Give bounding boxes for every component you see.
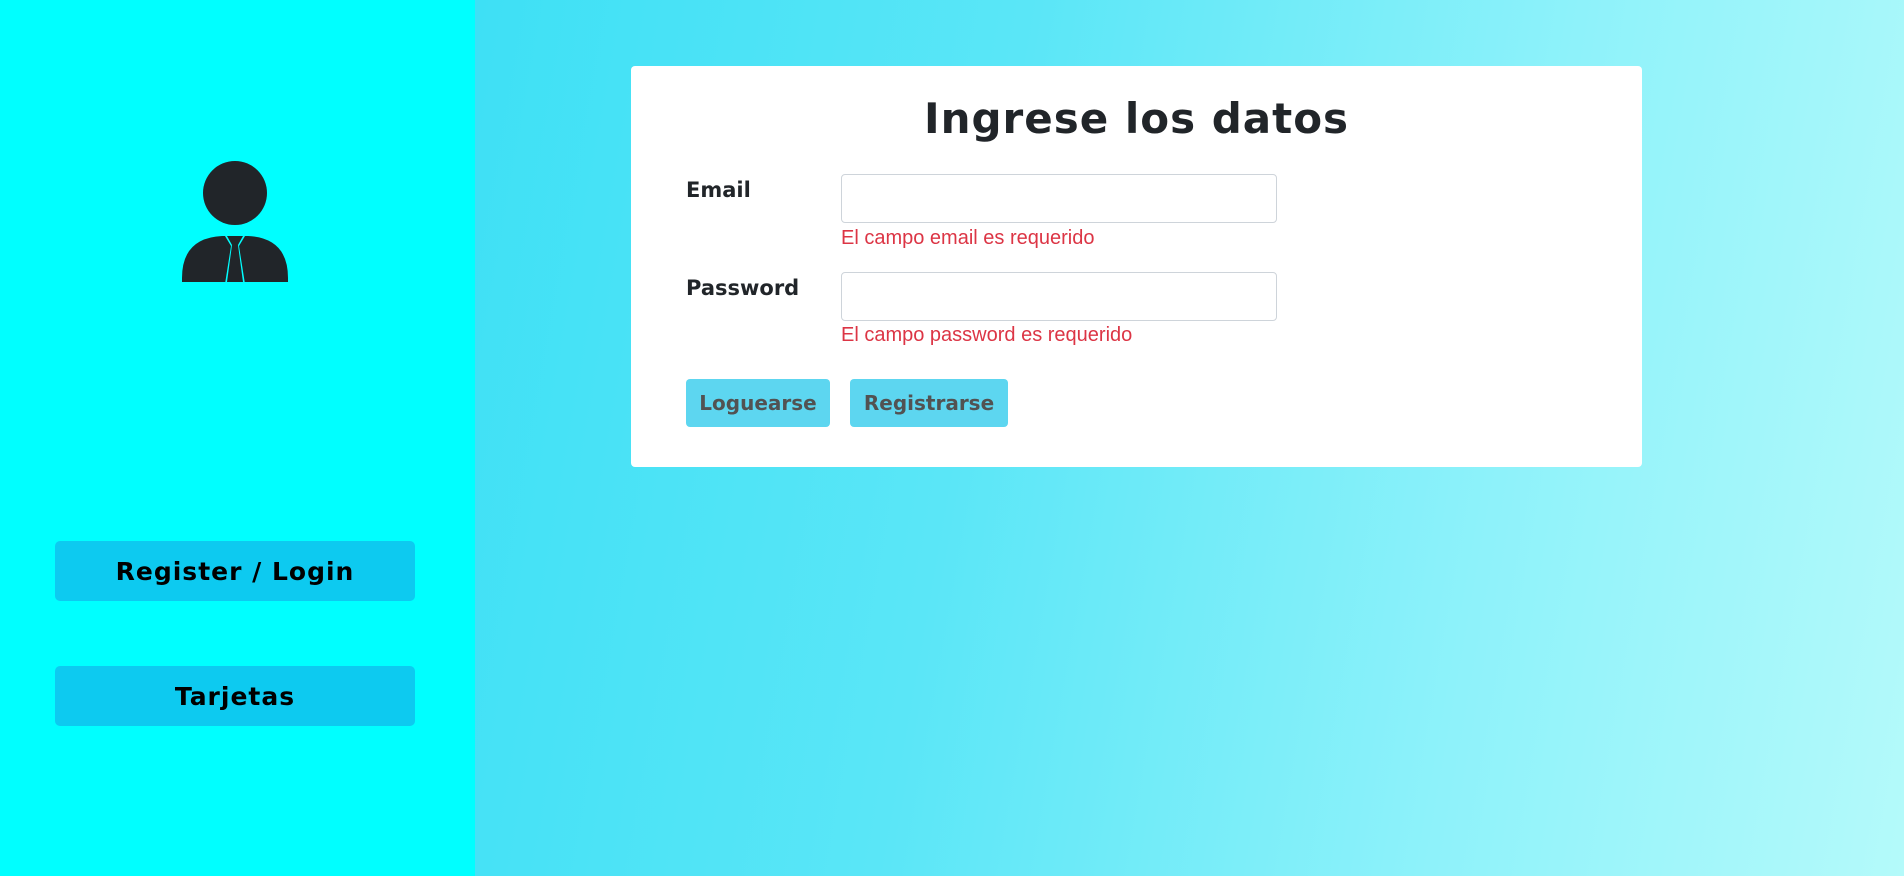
password-label: Password	[686, 276, 800, 300]
form-title: Ingrese los datos	[923, 94, 1350, 143]
sidebar: Register / Login Tarjetas	[0, 0, 475, 876]
user-tie-icon	[180, 160, 290, 290]
password-error: El campo password es requerido	[841, 324, 1133, 346]
email-error: El campo email es requerido	[841, 227, 1095, 249]
app-root: Register / Login Tarjetas Ingrese los da…	[0, 0, 1904, 876]
register-button[interactable]: Registrarse	[850, 379, 1008, 427]
password-input[interactable]	[841, 272, 1277, 321]
login-button[interactable]: Loguearse	[686, 379, 830, 427]
login-form-card: Ingrese los datos Email El campo email e…	[631, 66, 1642, 467]
email-input[interactable]	[841, 174, 1277, 223]
tarjetas-button[interactable]: Tarjetas	[55, 666, 415, 726]
register-login-button[interactable]: Register / Login	[55, 541, 415, 601]
main-content: Ingrese los datos Email El campo email e…	[475, 0, 1904, 876]
email-label: Email	[686, 178, 751, 202]
